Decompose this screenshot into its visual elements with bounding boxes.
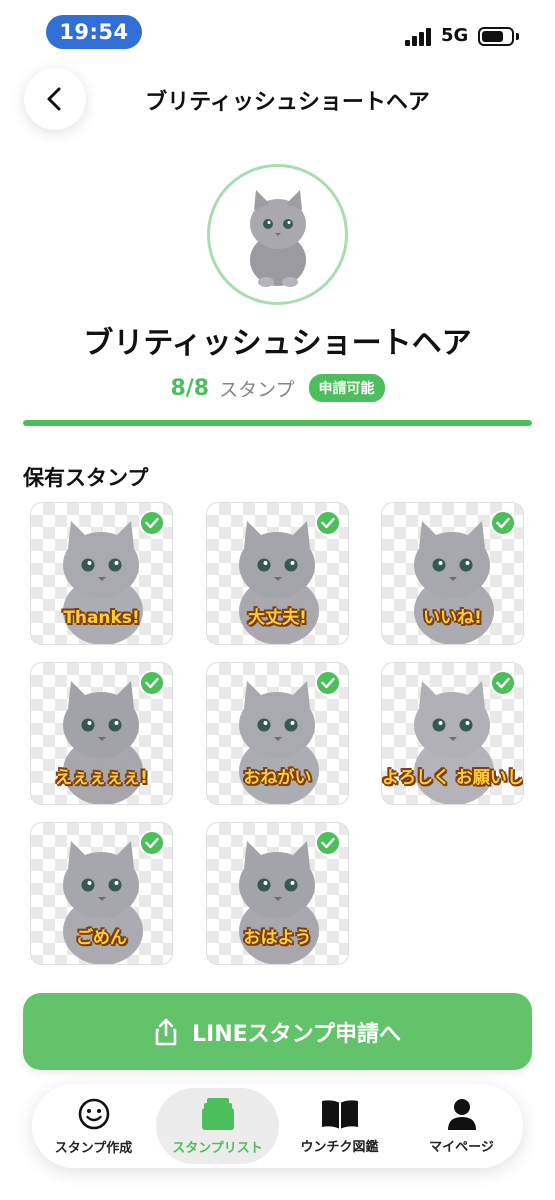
header: ブリティッシュショートヘア xyxy=(0,62,555,134)
progress-fill xyxy=(23,420,532,426)
page-title: ブリティッシュショートヘア xyxy=(145,90,430,115)
cat-avatar-image xyxy=(249,189,306,287)
stamp-caption: 大丈夫! xyxy=(248,608,307,628)
nav-label: マイページ xyxy=(429,1139,494,1155)
nav-label: スタンプ作成 xyxy=(54,1140,133,1156)
nav-item-stamp-create[interactable]: スタンプ作成 xyxy=(32,1084,155,1168)
stamp-tile[interactable]: えぇぇぇぇ! xyxy=(30,662,173,805)
stamp-count: 8/8 xyxy=(170,375,210,401)
stamp-caption: おねがい xyxy=(243,768,312,788)
status-time: 19:54 xyxy=(46,15,142,49)
count-row: 8/8 スタンプ 申請可能 xyxy=(0,374,555,402)
nav-label: ウンチク図鑑 xyxy=(300,1139,379,1155)
stamp-grid: Thanks! 大丈夫! いいね! えぇぇぇぇ! おねがい よろしく お願いしますごめん お… xyxy=(30,502,525,966)
check-icon xyxy=(315,830,341,856)
nav-label: スタンプリスト xyxy=(172,1140,263,1156)
cta-label: LINEスタンプ申請へ xyxy=(192,1021,401,1047)
avatar xyxy=(207,164,348,305)
stamp-caption: いいね! xyxy=(423,608,482,628)
status-badge: 申請可能 xyxy=(308,374,385,402)
stamp-caption: Thanks! xyxy=(63,608,140,628)
stamp-caption: えぇぇぇぇ! xyxy=(55,768,148,788)
stamp-caption: よろしく お願いします xyxy=(382,768,524,788)
nav-item-my-page[interactable]: マイページ xyxy=(400,1084,523,1168)
check-icon xyxy=(139,670,165,696)
stamp-tile[interactable]: いいね! xyxy=(381,502,524,645)
battery-tip xyxy=(516,33,519,40)
stack-icon xyxy=(201,1097,234,1130)
check-icon xyxy=(315,670,341,696)
status-bar: 19:54 5G xyxy=(0,0,555,62)
stamp-caption: ごめん xyxy=(76,928,127,948)
book-icon xyxy=(321,1099,358,1129)
check-icon xyxy=(139,830,165,856)
signal-icon xyxy=(405,28,433,46)
nav-item-trivia-book[interactable]: ウンチク図鑑 xyxy=(278,1084,401,1168)
profile-name: ブリティッシュショートヘア xyxy=(83,326,472,361)
check-icon xyxy=(490,670,516,696)
stamp-tile[interactable]: Thanks! xyxy=(30,502,173,645)
share-icon xyxy=(155,1018,177,1045)
person-icon xyxy=(447,1098,476,1130)
check-icon xyxy=(315,510,341,536)
stamp-tile[interactable]: おねがい xyxy=(206,662,349,805)
stamp-caption: おはよう xyxy=(243,928,312,948)
section-title: 保有スタンプ xyxy=(23,466,149,490)
line-stamp-apply-button[interactable]: LINEスタンプ申請へ xyxy=(23,993,532,1070)
bottom-nav: スタンプ作成 スタンプリスト ウンチク図鑑 マイページ xyxy=(32,1084,523,1168)
check-icon xyxy=(139,510,165,536)
battery-icon xyxy=(478,27,514,46)
stamp-tile[interactable]: 大丈夫! xyxy=(206,502,349,645)
progress-bar xyxy=(23,420,532,426)
stamp-tile[interactable]: おはよう xyxy=(206,822,349,965)
nav-item-stamp-list[interactable]: スタンプリスト xyxy=(156,1088,279,1164)
check-icon xyxy=(490,510,516,536)
network-label: 5G xyxy=(441,25,469,46)
stamp-tile[interactable]: よろしく お願いします xyxy=(381,662,524,805)
stamp-count-unit: スタンプ xyxy=(219,378,295,401)
stamp-tile[interactable]: ごめん xyxy=(30,822,173,965)
smiley-icon xyxy=(78,1098,109,1129)
